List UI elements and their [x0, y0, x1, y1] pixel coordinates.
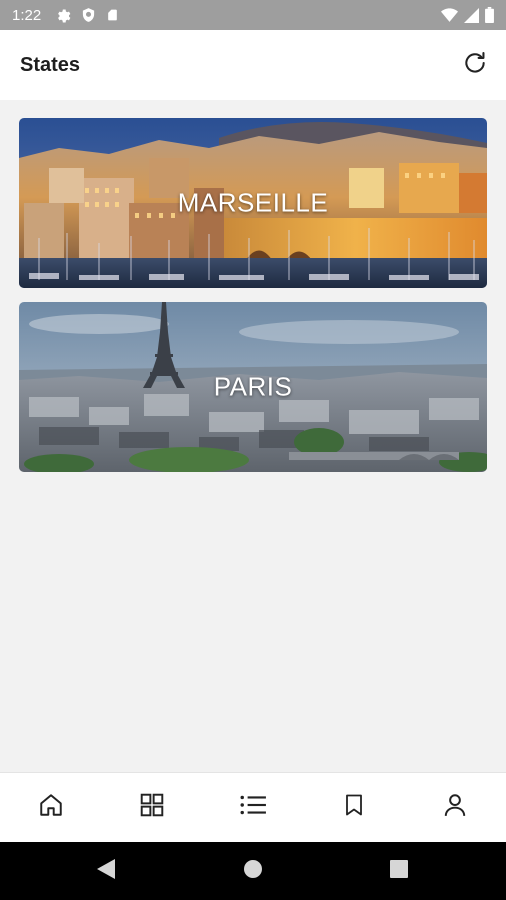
- nav-profile-button[interactable]: [425, 778, 485, 838]
- app-bar: States: [0, 30, 506, 100]
- home-circle-icon: [243, 859, 263, 884]
- grid-icon: [139, 792, 165, 823]
- system-nav-bar: [0, 842, 506, 900]
- city-name: PARIS: [213, 371, 293, 402]
- refresh-icon: [462, 50, 488, 81]
- system-back-button[interactable]: [76, 842, 136, 900]
- city-name: MARSEILLE: [177, 187, 329, 218]
- cities-list: MARSEILLE PARIS: [0, 100, 506, 772]
- status-left: 1:22: [12, 7, 119, 24]
- page-title: States: [20, 53, 81, 76]
- battery-icon: [485, 7, 494, 23]
- status-time: 1:22: [12, 6, 42, 24]
- refresh-button[interactable]: [460, 50, 490, 80]
- recents-icon: [390, 859, 408, 883]
- gear-icon: [55, 7, 71, 23]
- home-icon: [38, 792, 64, 823]
- back-icon: [97, 858, 115, 884]
- list-icon: [239, 792, 267, 823]
- nav-list-button[interactable]: [223, 778, 283, 838]
- system-home-button[interactable]: [223, 842, 283, 900]
- status-right: [441, 7, 494, 23]
- sd-card-icon: [106, 7, 119, 23]
- nav-home-button[interactable]: [21, 778, 81, 838]
- wifi-icon: [441, 7, 458, 23]
- city-card-marseille[interactable]: MARSEILLE: [19, 118, 487, 288]
- system-recents-button[interactable]: [369, 842, 429, 900]
- profile-icon: [442, 792, 468, 823]
- shield-icon: [81, 7, 96, 23]
- signal-icon: [464, 7, 479, 23]
- nav-categories-button[interactable]: [122, 778, 182, 838]
- bottom-nav: [0, 772, 506, 842]
- nav-bookmarks-button[interactable]: [324, 778, 384, 838]
- status-bar: 1:22: [0, 0, 506, 30]
- bookmark-icon: [342, 792, 366, 823]
- city-card-paris[interactable]: PARIS: [19, 302, 487, 472]
